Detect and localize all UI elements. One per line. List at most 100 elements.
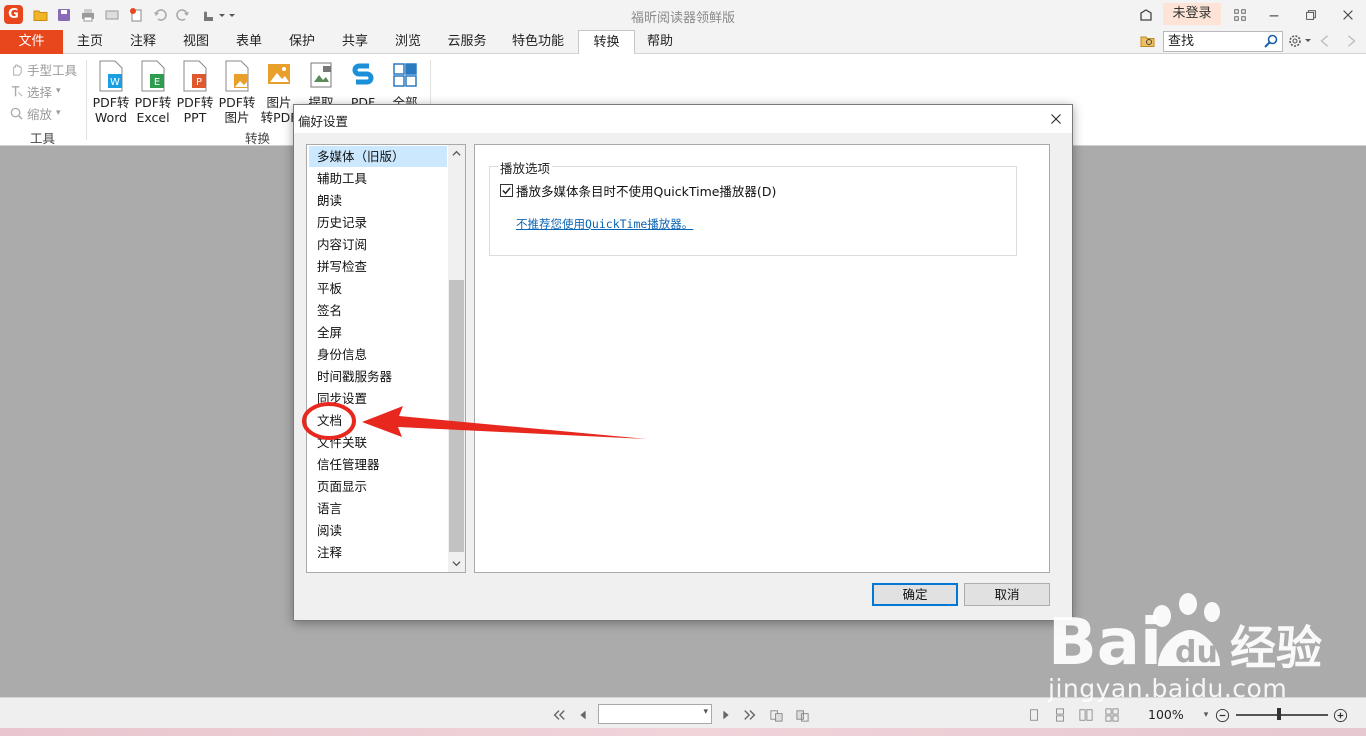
category-item-reading[interactable]: 阅读 [309, 520, 447, 541]
pdf-to-word-label-2: Word [94, 110, 128, 125]
tab-browse[interactable]: 浏览 [382, 30, 434, 54]
dialog-close-icon[interactable] [1047, 110, 1065, 128]
tab-form[interactable]: 表单 [223, 30, 275, 54]
zoom-level[interactable]: 100% [1148, 707, 1184, 722]
prev-page-icon[interactable] [575, 707, 591, 723]
zoom-dropdown-icon[interactable]: ▾ [1200, 707, 1212, 723]
pdf-to-excel-button[interactable]: E PDF转 Excel [131, 60, 175, 125]
zoom-tool[interactable]: 缩放 ▾ [8, 103, 61, 123]
tab-convert[interactable]: 转换 [578, 30, 635, 55]
zoom-out-icon[interactable] [1214, 707, 1230, 723]
scrollbar-thumb[interactable] [449, 280, 464, 552]
print-icon[interactable] [79, 6, 97, 24]
category-item-sync-settings[interactable]: 同步设置 [309, 388, 447, 409]
tab-file[interactable]: 文件 [0, 30, 63, 54]
find-folder-icon[interactable] [1140, 33, 1158, 51]
login-button[interactable]: 未登录 [1163, 3, 1221, 25]
category-item-identity[interactable]: 身份信息 [309, 344, 447, 365]
quicktime-advice-link[interactable]: 不推荐您使用QuickTime播放器。 [516, 216, 693, 232]
pdf-to-image-button[interactable]: PDF转 图片 [215, 60, 259, 125]
next-view-icon[interactable] [794, 707, 810, 723]
email-icon[interactable] [103, 6, 121, 24]
cancel-button[interactable]: 取消 [964, 583, 1050, 606]
next-page-icon[interactable] [718, 707, 734, 723]
select-tool[interactable]: 选择 ▾ [8, 81, 61, 101]
pdf-to-image-label-2: 图片 [224, 110, 250, 125]
category-item-language[interactable]: 语言 [309, 498, 447, 519]
continuous-page-icon[interactable] [1052, 707, 1068, 723]
pdf-to-ppt-label-2: PPT [183, 110, 207, 125]
facing-page-icon[interactable] [1078, 707, 1094, 723]
category-item-trust-manager[interactable]: 信任管理器 [309, 454, 447, 475]
category-item-documents[interactable]: 文档 [309, 410, 447, 431]
tab-help[interactable]: 帮助 [636, 30, 684, 54]
category-item-tablet[interactable]: 平板 [309, 278, 447, 299]
taskbar-strip [0, 728, 1366, 736]
skin-icon[interactable] [1134, 0, 1158, 30]
prev-view-icon[interactable] [768, 707, 784, 723]
category-scrollbar[interactable] [448, 145, 465, 572]
new-doc-icon[interactable] [127, 6, 145, 24]
last-page-icon[interactable] [742, 707, 758, 723]
restore-icon[interactable] [1299, 0, 1323, 30]
category-item-history[interactable]: 历史记录 [309, 212, 447, 233]
zoom-in-icon[interactable] [1332, 707, 1348, 723]
tab-protect[interactable]: 保护 [276, 30, 328, 54]
undo-icon[interactable] [151, 6, 169, 24]
pdf-to-ppt-button[interactable]: P PDF转 PPT [173, 60, 217, 125]
ok-button[interactable]: 确定 [872, 583, 958, 606]
open-folder-icon[interactable] [32, 6, 50, 24]
tab-share[interactable]: 共享 [329, 30, 381, 54]
scroll-down-icon[interactable] [448, 555, 465, 572]
extract-button[interactable]: 提取 [299, 60, 343, 110]
no-quicktime-option[interactable]: 播放多媒体条目时不使用QuickTime播放器(D) [500, 181, 776, 200]
no-quicktime-checkbox[interactable] [500, 184, 513, 197]
grid-menu-icon[interactable] [1230, 0, 1250, 30]
category-item-multimedia-legacy[interactable]: 多媒体（旧版） [309, 146, 447, 167]
pdf-to-word-button[interactable]: W PDF转 Word [89, 60, 133, 125]
zoom-slider-thumb[interactable] [1277, 708, 1282, 720]
category-item-fullscreen[interactable]: 全屏 [309, 322, 447, 343]
category-item-signature[interactable]: 签名 [309, 300, 447, 321]
touch-mode-icon[interactable] [199, 6, 235, 24]
no-quicktime-label: 播放多媒体条目时不使用QuickTime播放器(D) [516, 184, 777, 199]
redo-icon[interactable] [174, 6, 192, 24]
checkmark-icon [502, 187, 511, 195]
tab-comment[interactable]: 注释 [117, 30, 169, 54]
page-number-input[interactable]: ▾ [598, 704, 712, 724]
zoom-slider-track[interactable] [1236, 714, 1328, 716]
category-item-read-aloud[interactable]: 朗读 [309, 190, 447, 211]
scroll-up-icon[interactable] [448, 145, 465, 162]
category-item-accessibility[interactable]: 辅助工具 [309, 168, 447, 189]
category-list: 多媒体（旧版） 辅助工具 朗读 历史记录 内容订阅 拼写检查 平板 签名 全屏 … [306, 144, 466, 573]
category-item-spell-check[interactable]: 拼写检查 [309, 256, 447, 277]
first-page-icon[interactable] [551, 707, 567, 723]
tab-view[interactable]: 视图 [170, 30, 222, 54]
pdf-to-ppt-label-1: PDF转 [176, 95, 214, 110]
nav-forward-icon[interactable] [1344, 33, 1360, 51]
all-convert-button[interactable]: 全部 [383, 60, 427, 110]
zoom-icon [8, 105, 24, 121]
settings-gear-icon[interactable] [1287, 33, 1315, 51]
category-item-timestamp-server[interactable]: 时间戳服务器 [309, 366, 447, 387]
category-item-file-association[interactable]: 文件关联 [309, 432, 447, 453]
category-item-page-display[interactable]: 页面显示 [309, 476, 447, 497]
single-page-icon[interactable] [1026, 707, 1042, 723]
minimize-icon[interactable] [1262, 0, 1286, 30]
hand-tool[interactable]: 手型工具 [8, 59, 77, 79]
tab-home[interactable]: 主页 [64, 30, 116, 54]
page-dropdown-icon[interactable]: ▾ [703, 707, 708, 717]
close-window-icon[interactable] [1336, 0, 1360, 30]
app-logo[interactable]: G [4, 5, 23, 24]
category-item-content-subscription[interactable]: 内容订阅 [309, 234, 447, 255]
hand-tool-label: 手型工具 [27, 62, 78, 78]
category-item-comments[interactable]: 注释 [309, 542, 447, 563]
pdf-s-button[interactable]: PDF [341, 60, 385, 110]
search-input[interactable]: 查找 [1163, 31, 1283, 52]
continuous-facing-icon[interactable] [1104, 707, 1120, 723]
save-icon[interactable] [55, 6, 73, 24]
tab-cloud[interactable]: 云服务 [437, 30, 497, 54]
search-icon[interactable] [1263, 33, 1280, 50]
tab-features[interactable]: 特色功能 [503, 30, 573, 54]
nav-back-icon[interactable] [1318, 33, 1334, 51]
